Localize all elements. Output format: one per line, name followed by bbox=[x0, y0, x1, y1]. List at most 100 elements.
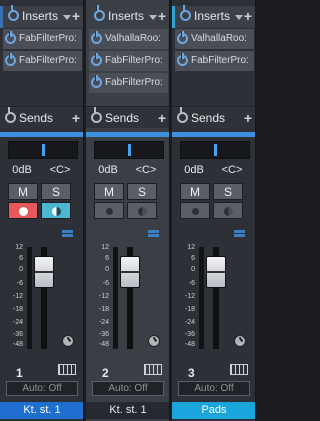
sends-header[interactable]: Sends + bbox=[172, 106, 255, 128]
add-send-button[interactable]: + bbox=[244, 110, 252, 126]
sends-label: Sends bbox=[19, 111, 54, 125]
monitor-icon bbox=[52, 207, 61, 216]
power-icon[interactable] bbox=[8, 10, 19, 21]
insert-slot[interactable]: ValhallaRoo: bbox=[175, 29, 254, 49]
mute-button[interactable]: M bbox=[180, 183, 210, 200]
input-meter-icon bbox=[148, 230, 159, 240]
add-insert-button[interactable]: + bbox=[244, 8, 252, 24]
mute-button[interactable]: M bbox=[8, 183, 38, 200]
volume-fader-handle[interactable] bbox=[34, 256, 54, 288]
insert-slot[interactable]: FabFilterPro: bbox=[3, 51, 82, 71]
power-icon[interactable] bbox=[5, 112, 16, 123]
insert-slot[interactable]: FabFilterPro: bbox=[175, 51, 254, 71]
dropdown-arrow-icon[interactable] bbox=[235, 15, 243, 20]
sends-header[interactable]: Sends + bbox=[86, 106, 169, 128]
channel-number: 2 bbox=[102, 366, 109, 380]
pan-value[interactable]: <C> bbox=[46, 164, 74, 176]
record-icon bbox=[106, 208, 113, 215]
channel-color-bar bbox=[86, 132, 169, 137]
keyboard-icon[interactable] bbox=[144, 364, 162, 375]
pan-indicator bbox=[128, 144, 131, 156]
automation-button[interactable]: Auto: Off bbox=[178, 381, 250, 396]
monitor-icon bbox=[138, 207, 147, 216]
pan-knob[interactable] bbox=[234, 335, 246, 347]
keyboard-icon[interactable] bbox=[58, 364, 76, 375]
inserts-header[interactable]: Inserts + bbox=[172, 6, 255, 28]
insert-slot[interactable]: ValhallaRoo: bbox=[89, 29, 168, 49]
channel-color-bar bbox=[0, 132, 83, 137]
add-insert-button[interactable]: + bbox=[72, 8, 80, 24]
level-meter bbox=[199, 247, 204, 349]
channel-number: 3 bbox=[188, 366, 195, 380]
sends-header[interactable]: Sends + bbox=[0, 106, 83, 128]
pan-indicator bbox=[42, 144, 45, 156]
monitor-icon bbox=[224, 207, 233, 216]
sends-label: Sends bbox=[191, 111, 226, 125]
record-arm-button[interactable] bbox=[8, 202, 38, 219]
solo-button[interactable]: S bbox=[127, 183, 157, 200]
fader-scale: 12 6 0 -6 -12 -18 -24 -36 -48 bbox=[12, 244, 23, 348]
inserts-header[interactable]: Inserts + bbox=[0, 6, 83, 28]
insert-slot[interactable]: FabFilterPro: bbox=[89, 51, 168, 71]
add-insert-button[interactable]: + bbox=[158, 8, 166, 24]
channel-name[interactable]: Kt. st. 1 bbox=[0, 402, 83, 419]
inserts-label: Inserts bbox=[22, 9, 59, 23]
sends-label: Sends bbox=[105, 111, 140, 125]
record-icon bbox=[192, 208, 199, 215]
power-icon[interactable] bbox=[177, 112, 188, 123]
insert-slot[interactable]: FabFilterPro: bbox=[89, 73, 168, 93]
power-icon[interactable] bbox=[94, 10, 105, 21]
channel-name[interactable]: Pads bbox=[172, 402, 255, 419]
pan-knob[interactable] bbox=[62, 335, 74, 347]
channel-strip-3: Inserts + ValhallaRoo: FabFilterPro: Sen… bbox=[172, 0, 256, 421]
automation-button[interactable]: Auto: Off bbox=[6, 381, 78, 396]
inserts-label: Inserts bbox=[194, 9, 231, 23]
power-icon[interactable] bbox=[91, 31, 102, 44]
power-icon[interactable] bbox=[177, 31, 188, 44]
channel-strip-2: Inserts + ValhallaRoo: FabFilterPro: Fab… bbox=[86, 0, 170, 421]
power-icon[interactable] bbox=[180, 10, 191, 21]
add-send-button[interactable]: + bbox=[72, 110, 80, 126]
pan-value[interactable]: <C> bbox=[218, 164, 246, 176]
volume-value[interactable]: 0dB bbox=[8, 164, 36, 176]
monitor-button[interactable] bbox=[41, 202, 71, 219]
monitor-button[interactable] bbox=[213, 202, 243, 219]
channel-name[interactable]: Kt. st. 1 bbox=[86, 402, 169, 419]
solo-button[interactable]: S bbox=[41, 183, 71, 200]
dropdown-arrow-icon[interactable] bbox=[149, 15, 157, 20]
volume-fader-handle[interactable] bbox=[120, 256, 140, 288]
power-icon[interactable] bbox=[91, 53, 102, 66]
solo-button[interactable]: S bbox=[213, 183, 243, 200]
power-icon[interactable] bbox=[177, 53, 188, 66]
volume-value[interactable]: 0dB bbox=[180, 164, 208, 176]
record-arm-button[interactable] bbox=[94, 202, 124, 219]
input-meter-icon bbox=[234, 230, 245, 240]
keyboard-icon[interactable] bbox=[230, 364, 248, 375]
fader-scale: 12 6 0 -6 -12 -18 -24 -36 -48 bbox=[98, 244, 109, 348]
dropdown-arrow-icon[interactable] bbox=[63, 15, 71, 20]
volume-fader-handle[interactable] bbox=[206, 256, 226, 288]
insert-slot[interactable]: FabFilterPro: bbox=[3, 29, 82, 49]
volume-value[interactable]: 0dB bbox=[94, 164, 122, 176]
pan-knob[interactable] bbox=[148, 335, 160, 347]
pan-indicator bbox=[214, 144, 217, 156]
add-send-button[interactable]: + bbox=[158, 110, 166, 126]
power-icon[interactable] bbox=[91, 112, 102, 123]
power-icon[interactable] bbox=[91, 75, 102, 88]
mute-button[interactable]: M bbox=[94, 183, 124, 200]
pan-slider[interactable] bbox=[94, 141, 164, 159]
power-icon[interactable] bbox=[5, 31, 16, 44]
power-icon[interactable] bbox=[5, 53, 16, 66]
pan-slider[interactable] bbox=[180, 141, 250, 159]
pan-slider[interactable] bbox=[8, 141, 78, 159]
channel-number: 1 bbox=[16, 366, 23, 380]
inserts-header[interactable]: Inserts + bbox=[86, 6, 169, 28]
level-meter bbox=[113, 247, 118, 349]
automation-button[interactable]: Auto: Off bbox=[92, 381, 164, 396]
record-icon bbox=[19, 207, 28, 216]
channel-strip-1: Inserts + FabFilterPro: FabFilterPro: Se… bbox=[0, 0, 84, 421]
pan-value[interactable]: <C> bbox=[132, 164, 160, 176]
record-arm-button[interactable] bbox=[180, 202, 210, 219]
monitor-button[interactable] bbox=[127, 202, 157, 219]
level-meter bbox=[27, 247, 32, 349]
